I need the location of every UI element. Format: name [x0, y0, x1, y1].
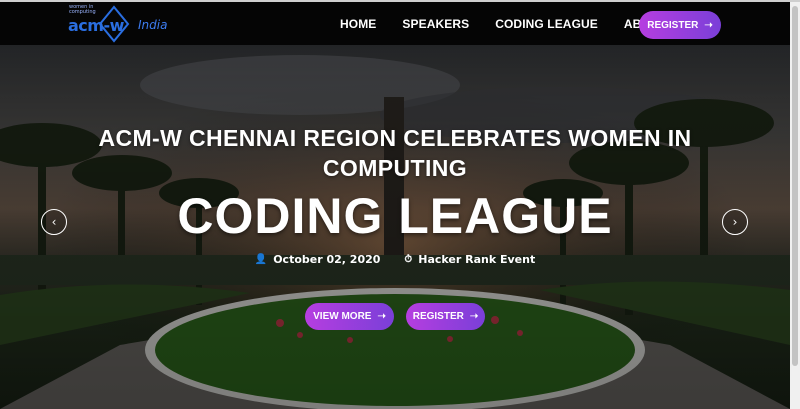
- nav-register-label: REGISTER: [647, 19, 699, 31]
- logo-region: India: [138, 18, 168, 32]
- nav-register-button[interactable]: REGISTER ➝: [639, 11, 721, 39]
- nav-speakers[interactable]: SPEAKERS: [402, 17, 469, 31]
- hero-register-button[interactable]: REGISTER ➝: [406, 303, 485, 330]
- view-more-label: VIEW MORE: [313, 311, 372, 322]
- event-venue: ⏱ Hacker Rank Event: [404, 253, 535, 266]
- logo-name: acm-w: [68, 16, 124, 35]
- hero-subtitle-line-1: ACM-W CHENNAI REGION CELEBRATES WOMEN IN: [98, 125, 692, 151]
- event-date: 👤 October 02, 2020: [255, 253, 381, 266]
- hero-title: CODING LEAGUE: [177, 188, 613, 244]
- person-icon: 👤: [254, 254, 268, 265]
- hero-register-label: REGISTER: [412, 311, 464, 322]
- logo-tagline: women in computing: [69, 4, 96, 15]
- clock-shield-icon: ⏱: [404, 254, 413, 265]
- scrollbar-thumb[interactable]: [792, 6, 798, 366]
- nav-coding-league[interactable]: CODING LEAGUE: [495, 17, 598, 31]
- page-scrollbar[interactable]: [790, 2, 800, 409]
- event-meta: 👤 October 02, 2020 ⏱ Hacker Rank Event: [0, 253, 790, 266]
- event-venue-text: Hacker Rank Event: [418, 253, 536, 266]
- nav-home[interactable]: HOME: [340, 17, 376, 31]
- arrow-right-icon: ➝: [377, 311, 386, 322]
- hero-banner: ‹ › ACM-W CHENNAI REGION CELEBRATES WOME…: [0, 45, 790, 409]
- acmw-india-logo[interactable]: women in computing acm-w India: [62, 5, 172, 43]
- navbar: women in computing acm-w India HOME SPEA…: [0, 2, 790, 45]
- event-date-text: October 02, 2020: [273, 253, 381, 266]
- hero-subtitle-line-2: COMPUTING: [322, 155, 468, 181]
- arrow-right-icon: ➝: [704, 19, 713, 31]
- view-more-button[interactable]: VIEW MORE ➝: [305, 303, 394, 330]
- arrow-right-icon: ➝: [469, 311, 479, 322]
- hero-subtitle: ACM-W CHENNAI REGION CELEBRATES WOMEN IN…: [0, 123, 790, 183]
